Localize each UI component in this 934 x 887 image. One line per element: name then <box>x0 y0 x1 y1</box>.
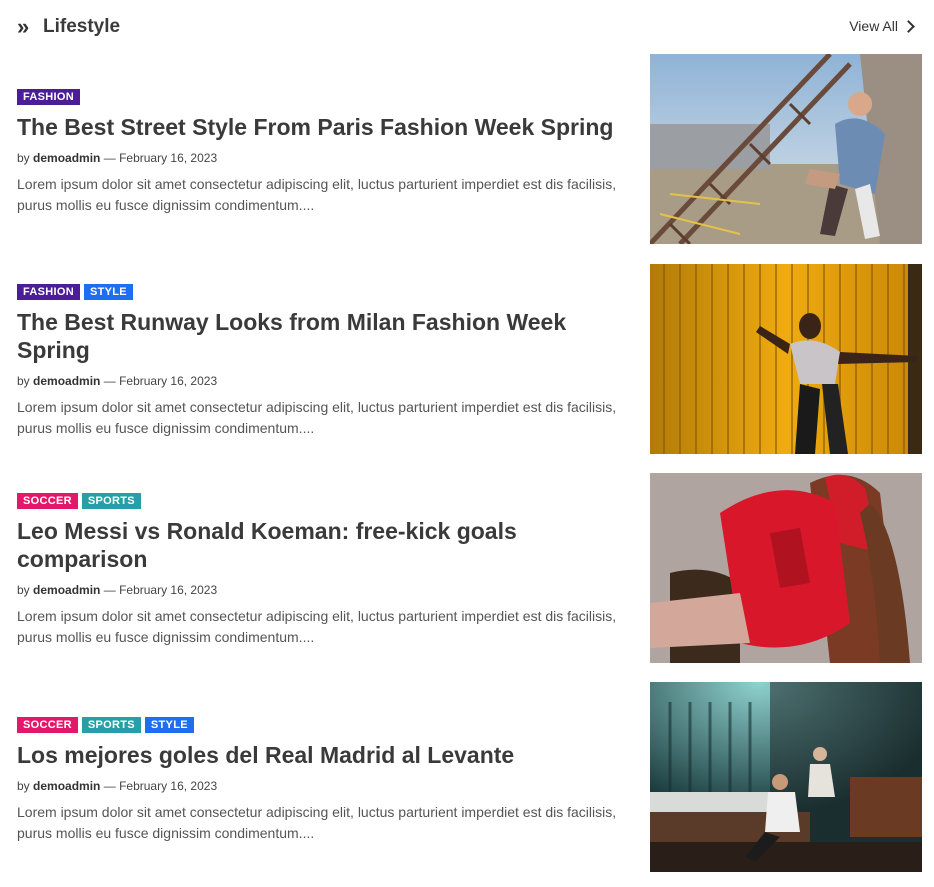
by-label: by <box>17 583 30 597</box>
meta-separator: — <box>103 151 116 165</box>
post-body: FASHION STYLE The Best Runway Looks from… <box>17 284 622 439</box>
tag-style[interactable]: STYLE <box>144 717 194 733</box>
post-date: February 16, 2023 <box>119 779 218 793</box>
post-tags: FASHION STYLE <box>17 284 622 300</box>
post-body: FASHION The Best Street Style From Paris… <box>17 89 622 216</box>
post-title[interactable]: Leo Messi vs Ronald Koeman: free-kick go… <box>17 517 622 573</box>
post-author[interactable]: demoadmin <box>33 151 100 165</box>
tag-sports[interactable]: SPORTS <box>81 717 141 733</box>
post-meta: by demoadmin — February 16, 2023 <box>17 373 622 389</box>
post-tags: SOCCER SPORTS <box>17 493 622 509</box>
post-date: February 16, 2023 <box>119 151 218 165</box>
post-excerpt: Lorem ipsum dolor sit amet consectetur a… <box>17 399 617 436</box>
tag-fashion[interactable]: FASHION <box>17 284 80 300</box>
double-chevron-right-icon: » <box>17 14 29 39</box>
post-title[interactable]: The Best Runway Looks from Milan Fashion… <box>17 308 622 364</box>
post-thumbnail[interactable] <box>650 682 922 872</box>
view-all-link[interactable]: View All <box>849 18 917 34</box>
post-excerpt: Lorem ipsum dolor sit amet consectetur a… <box>17 804 617 841</box>
post-meta: by demoadmin — February 16, 2023 <box>17 778 622 794</box>
chevron-right-icon <box>902 19 915 33</box>
post-body: SOCCER SPORTS Leo Messi vs Ronald Koeman… <box>17 493 622 648</box>
post-tags: SOCCER SPORTS STYLE <box>17 717 622 733</box>
tag-fashion[interactable]: FASHION <box>17 89 80 105</box>
post-date: February 16, 2023 <box>119 583 218 597</box>
post-author[interactable]: demoadmin <box>33 374 100 388</box>
post-meta: by demoadmin — February 16, 2023 <box>17 582 622 598</box>
couple-in-room-photo <box>650 682 922 872</box>
post-title[interactable]: The Best Street Style From Paris Fashion… <box>17 113 622 141</box>
post-tags: FASHION <box>17 89 622 105</box>
meta-separator: — <box>103 779 116 793</box>
post-excerpt: Lorem ipsum dolor sit amet consectetur a… <box>17 176 617 213</box>
post-meta: by demoadmin — February 16, 2023 <box>17 150 622 166</box>
tag-sports[interactable]: SPORTS <box>81 493 141 509</box>
tag-soccer[interactable]: SOCCER <box>17 717 78 733</box>
post-thumbnail[interactable] <box>650 473 922 663</box>
section-title-text: Lifestyle <box>43 16 121 37</box>
post-author[interactable]: demoadmin <box>33 779 100 793</box>
post-thumbnail[interactable] <box>650 264 922 454</box>
by-label: by <box>17 779 30 793</box>
post-author[interactable]: demoadmin <box>33 583 100 597</box>
by-label: by <box>17 151 30 165</box>
by-label: by <box>17 374 30 388</box>
section-header: » Lifestyle View All <box>17 14 917 40</box>
woman-red-outfit-photo <box>650 473 922 663</box>
tag-style[interactable]: STYLE <box>84 284 133 300</box>
meta-separator: — <box>103 374 116 388</box>
post-thumbnail[interactable] <box>650 54 922 244</box>
post-title[interactable]: Los mejores goles del Real Madrid al Lev… <box>17 741 622 769</box>
section-title: » Lifestyle <box>17 14 120 40</box>
woman-yellow-wall-photo <box>650 264 922 454</box>
tag-soccer[interactable]: SOCCER <box>17 493 78 509</box>
post-body: SOCCER SPORTS STYLE Los mejores goles de… <box>17 717 622 844</box>
post-date: February 16, 2023 <box>119 374 218 388</box>
woman-on-stairs-photo <box>650 54 922 244</box>
meta-separator: — <box>103 583 116 597</box>
post-excerpt: Lorem ipsum dolor sit amet consectetur a… <box>17 608 617 645</box>
view-all-label: View All <box>849 18 898 34</box>
